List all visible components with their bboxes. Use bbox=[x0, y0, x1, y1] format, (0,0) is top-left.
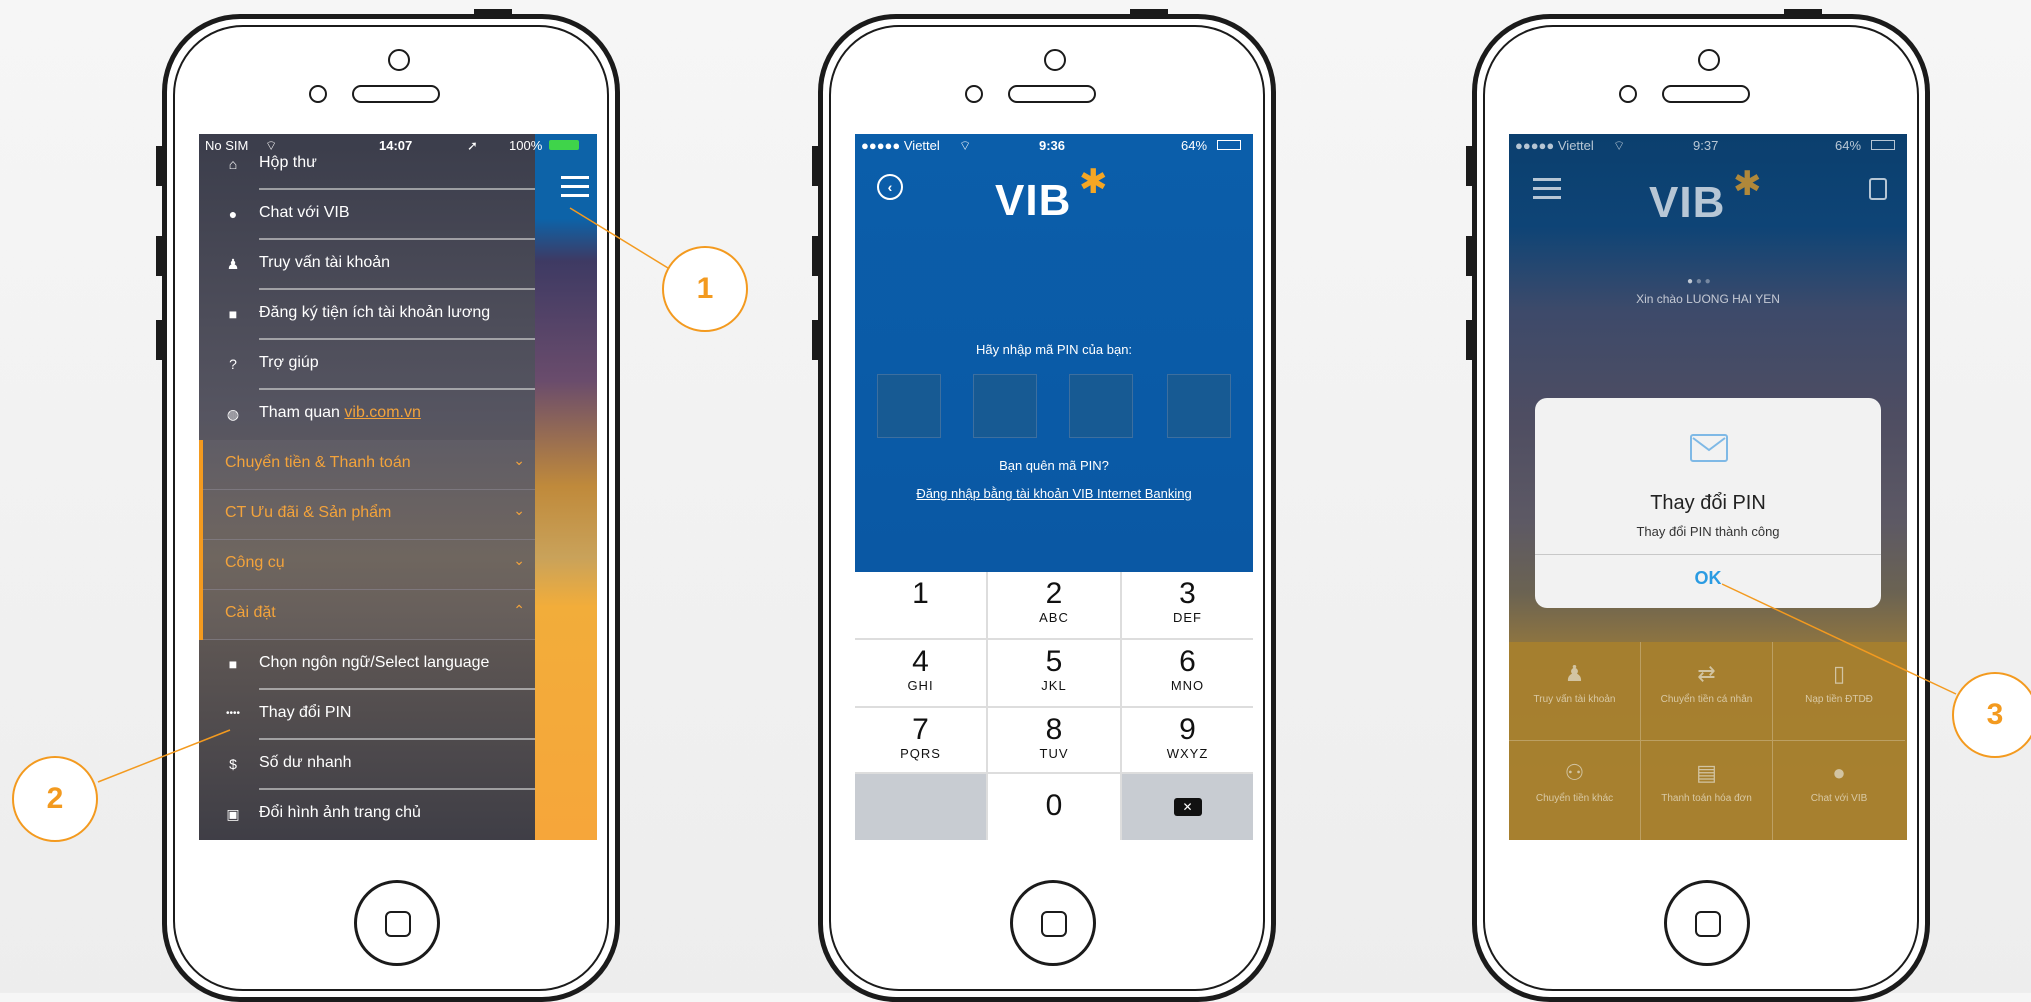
callout-line-3 bbox=[1721, 583, 1957, 695]
callout-lines bbox=[97, 207, 1957, 783]
callout-1: 1 bbox=[662, 246, 748, 332]
callout-2: 2 bbox=[12, 756, 98, 842]
callout-line-1 bbox=[569, 207, 669, 269]
callout-line-2 bbox=[97, 729, 231, 783]
callout-3: 3 bbox=[1952, 672, 2031, 758]
